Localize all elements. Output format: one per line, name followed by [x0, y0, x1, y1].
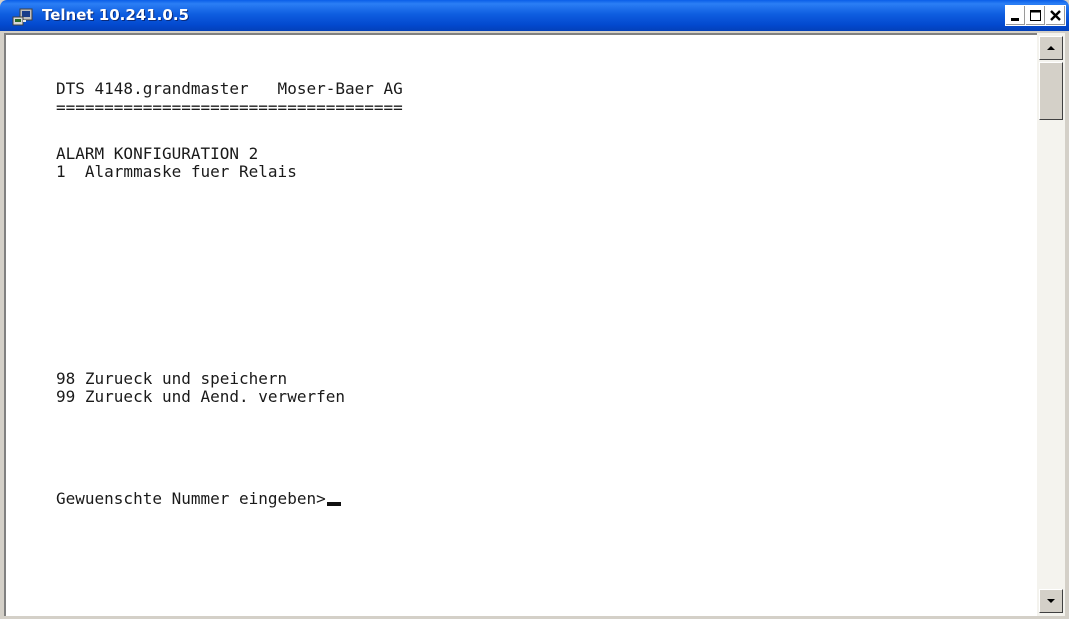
maximize-button[interactable]: [1025, 5, 1046, 26]
scroll-down-button[interactable]: [1039, 589, 1063, 613]
telnet-console-icon[interactable]: [12, 8, 34, 26]
scroll-up-button[interactable]: [1039, 36, 1063, 60]
vertical-scrollbar[interactable]: [1037, 33, 1065, 616]
title-bar[interactable]: Telnet 10.241.0.5: [0, 0, 1069, 31]
terminal-screen[interactable]: DTS 4148.grandmaster Moser-Baer AG =====…: [4, 33, 1037, 616]
menu-option-1: 1 Alarmmaske fuer Relais: [56, 162, 297, 181]
menu-option-98: 98 Zurueck und speichern: [56, 369, 288, 388]
terminal-header-line: DTS 4148.grandmaster Moser-Baer AG: [56, 79, 403, 98]
prompt-text: Gewuenschte Nummer eingeben>: [56, 489, 326, 508]
terminal-separator-line: ====================================: [56, 98, 403, 117]
close-button[interactable]: [1045, 5, 1066, 26]
input-prompt[interactable]: Gewuenschte Nummer eingeben>: [56, 489, 341, 508]
text-cursor: [326, 502, 341, 506]
scroll-down-arrow-icon: [1047, 599, 1055, 603]
close-icon: [1050, 10, 1061, 21]
menu-title: ALARM KONFIGURATION 2: [56, 144, 259, 163]
menu-option-99: 99 Zurueck und Aend. verwerfen: [56, 387, 345, 406]
minimize-icon: [1011, 18, 1019, 21]
minimize-button[interactable]: [1005, 5, 1026, 26]
window-title: Telnet 10.241.0.5: [42, 6, 189, 24]
telnet-window: Telnet 10.241.0.5 DTS 4148.grandmaster M…: [0, 0, 1069, 619]
scroll-up-arrow-icon: [1047, 46, 1055, 50]
maximize-icon: [1030, 10, 1041, 21]
scroll-thumb[interactable]: [1039, 62, 1063, 120]
